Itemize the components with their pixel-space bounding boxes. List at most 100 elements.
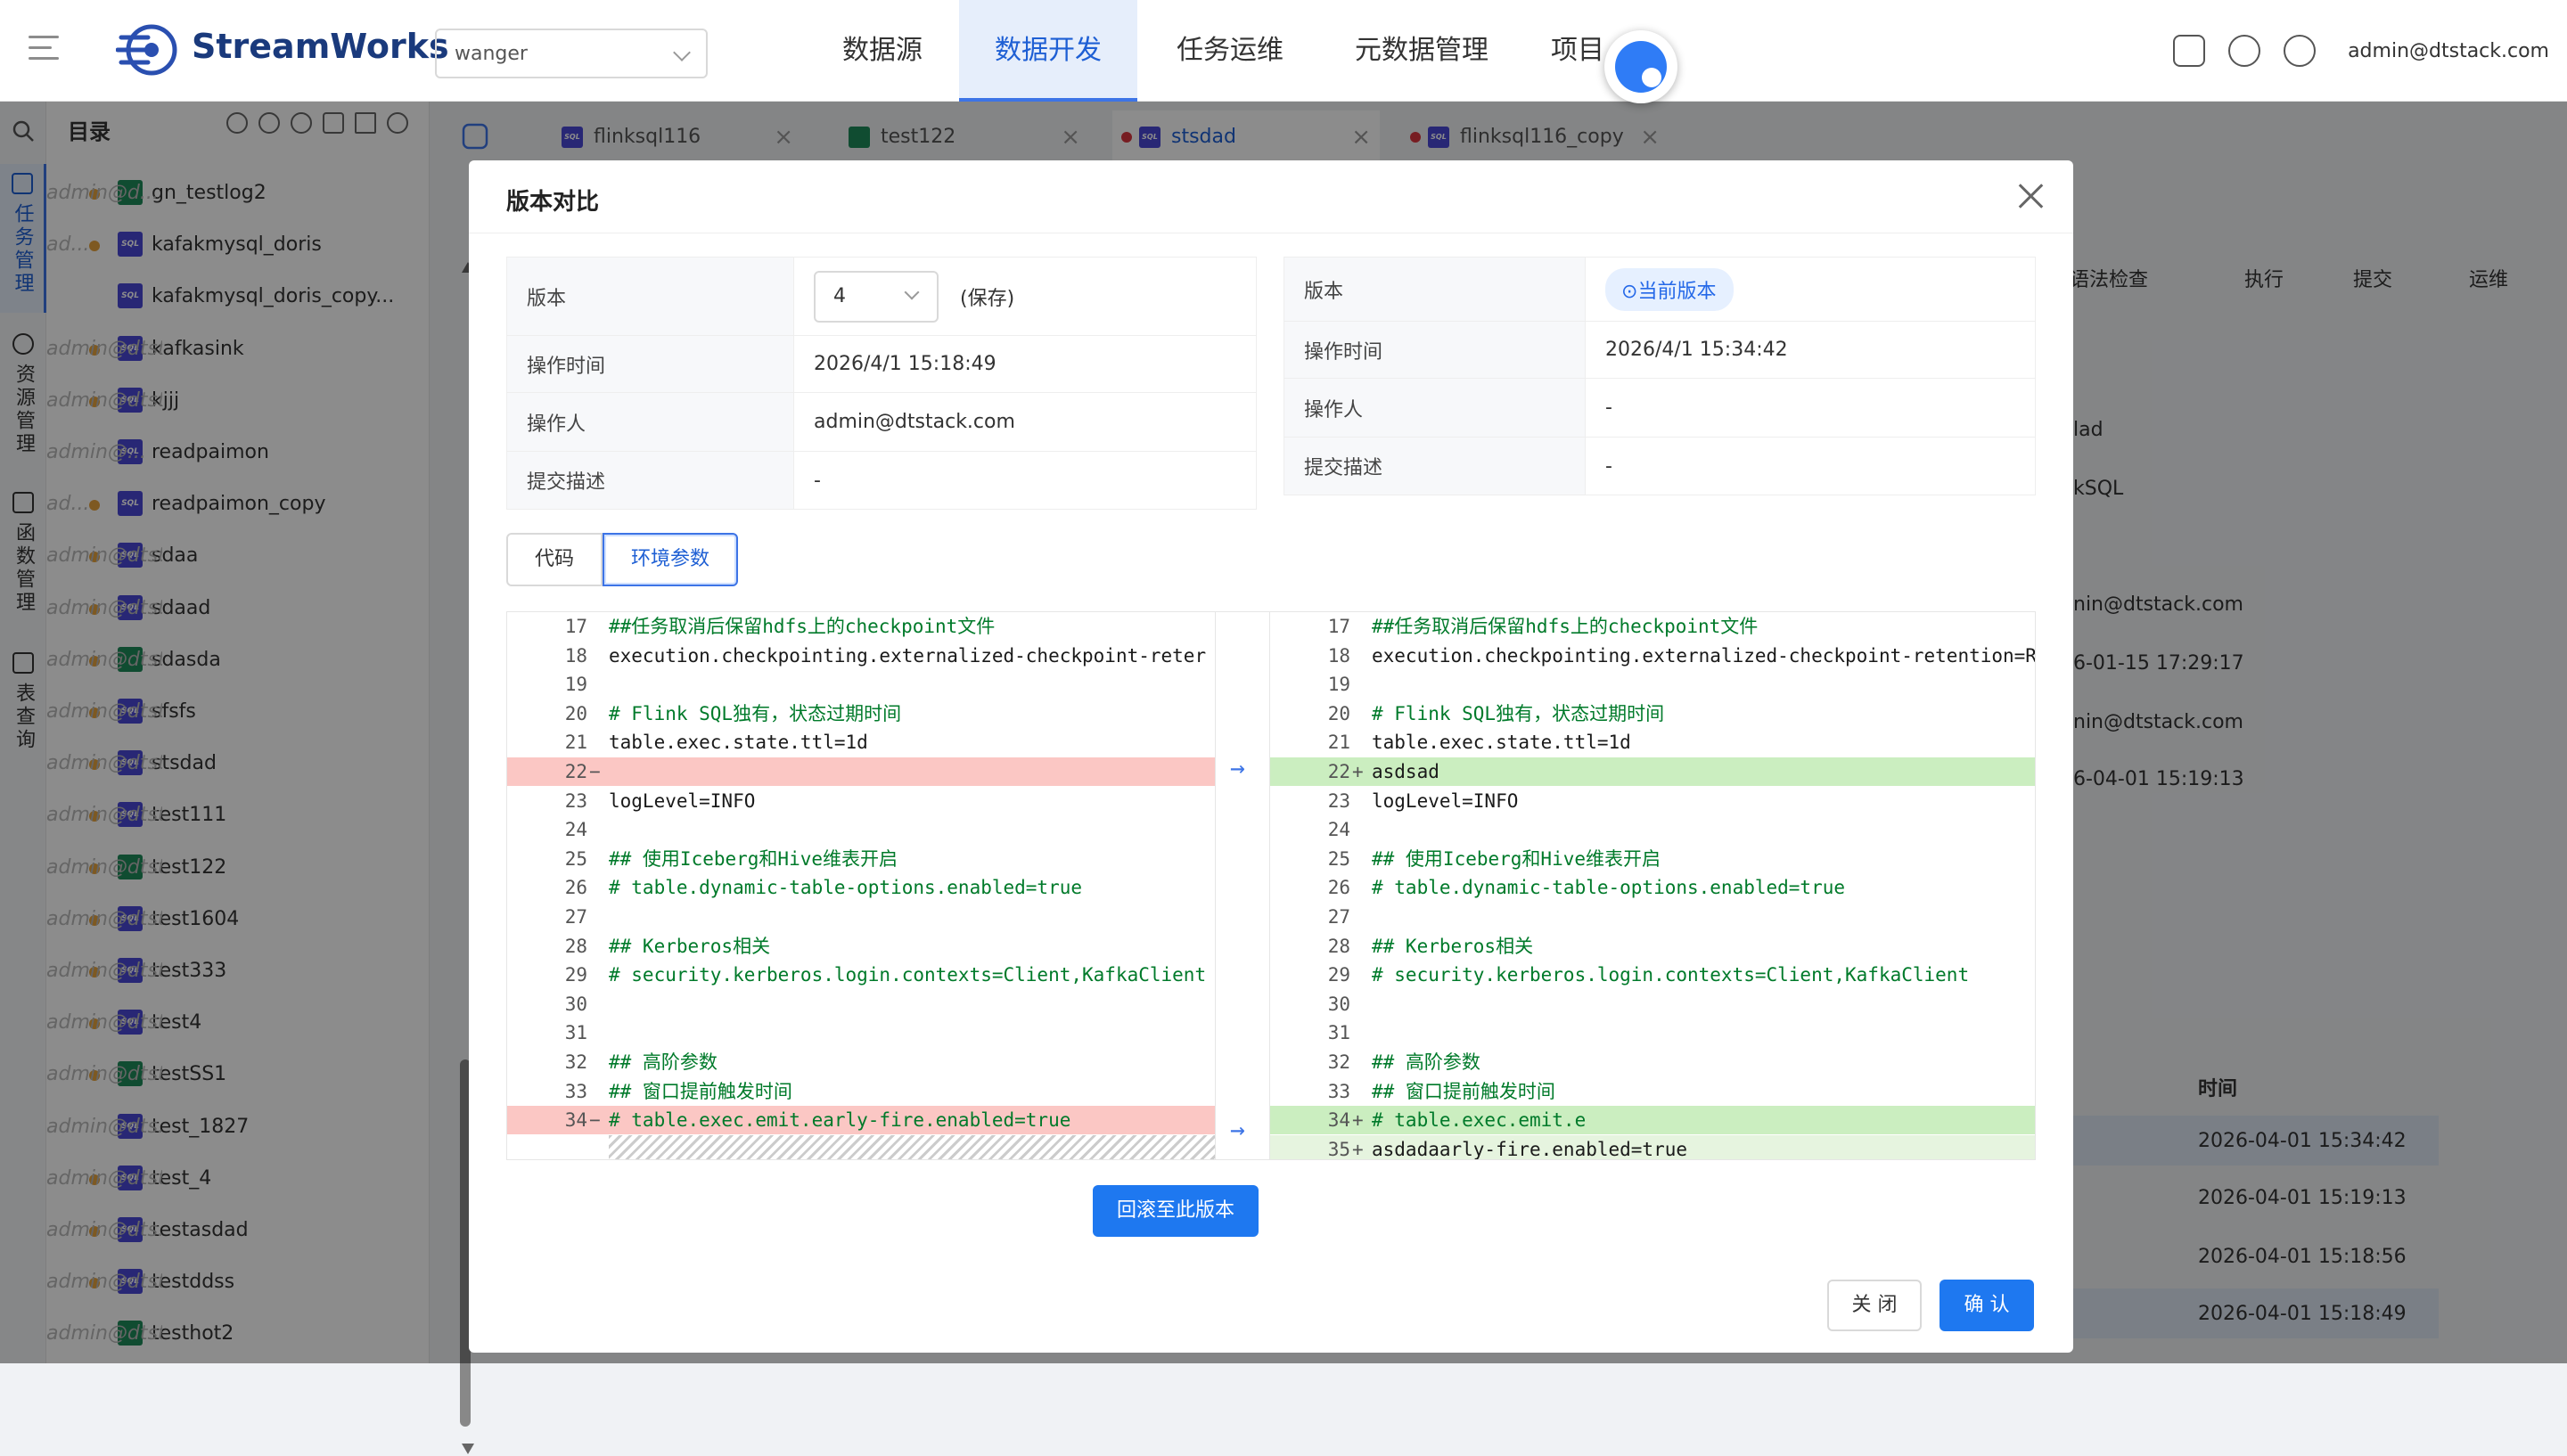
streamworks-logo [115, 21, 182, 78]
line-code: table.exec.state.ttl=1d [609, 732, 868, 754]
tab-env-params[interactable]: 环境参数 [603, 533, 739, 586]
current-version-badge: ⊙当前版本 [1605, 267, 1735, 311]
line-code: # table.dynamic-table-options.enabled=tr… [609, 877, 1083, 899]
diff-line: 28 ## Kerberos相关 [507, 932, 1215, 961]
line-code: logLevel=INFO [609, 789, 756, 812]
line-number: 26 [1327, 877, 1350, 899]
top-header: StreamWorks wanger 数据源 数据开发 任务运维 元数据管理 项… [0, 0, 2567, 102]
diff-left-pane[interactable]: 17 ##任务取消后保留hdfs上的checkpoint文件 18 execution… [507, 612, 1215, 1159]
diff-line: 25 ## 使用Iceberg和Hive维表开启 [1270, 845, 2035, 873]
info-label: 操作人 [1284, 379, 1586, 437]
diff-line: 33 ## 窗口提前触发时间 [1270, 1077, 2035, 1106]
line-number: 22 [1327, 761, 1350, 782]
line-code: # security.kerberos.login.contexts=Clien… [1372, 964, 1970, 986]
info-row-version: 版本 4 (保存) [507, 258, 1256, 336]
diff-line: 27 [1270, 903, 2035, 931]
assistant-icon [1615, 41, 1667, 93]
line-number: 29 [564, 964, 587, 986]
diff-line: 17 ##任务取消后保留hdfs上的checkpoint文件 [1270, 612, 2035, 641]
diff-right-pane[interactable]: 17 ##任务取消后保留hdfs上的checkpoint文件 18 execution… [1270, 612, 2035, 1160]
nav-datasource[interactable]: 数据源 [820, 0, 945, 102]
nav-task-ops[interactable]: 任务运维 [1159, 0, 1301, 102]
diff-line: 21 table.exec.state.ttl=1d [1270, 728, 2035, 757]
line-number: 20 [1327, 702, 1350, 724]
message-icon[interactable] [2284, 35, 2317, 67]
line-code: # security.kerberos.login.contexts=Clien… [609, 964, 1207, 986]
diff-marker: − [589, 1109, 601, 1132]
dialog-title: 版本对比 [506, 189, 600, 216]
help-icon[interactable] [2228, 35, 2261, 67]
version-select[interactable]: 4 [814, 270, 939, 323]
tenant-select[interactable]: wanger [435, 29, 708, 78]
line-number: 32 [1327, 1051, 1350, 1073]
line-number: 27 [564, 906, 587, 928]
diff-line: 25 ## 使用Iceberg和Hive维表开启 [507, 845, 1215, 873]
diff-line: 20 # Flink SQL独有，状态过期时间 [1270, 699, 2035, 728]
diff-line: 18 execution.checkpointing.externalized-c… [507, 642, 1215, 670]
line-number: 23 [1327, 789, 1350, 812]
arrow-right-icon[interactable]: → [1230, 1115, 1245, 1144]
assistant-float-button[interactable] [1604, 30, 1677, 103]
confirm-button[interactable]: 确 认 [1940, 1280, 2034, 1331]
info-value: 2026/4/1 15:34:42 [1605, 339, 1788, 361]
diff-line: 21 table.exec.state.ttl=1d [507, 728, 1215, 757]
diff-line: 22 + asdsad [1270, 757, 2035, 786]
rollback-button[interactable]: 回滚至此版本 [1093, 1185, 1259, 1237]
close-icon[interactable] [2014, 180, 2046, 212]
info-value: - [1605, 397, 1612, 419]
line-number: 33 [564, 1080, 587, 1102]
line-number: 35 [1327, 1138, 1350, 1160]
menu-icon[interactable] [29, 36, 59, 62]
current-version-label: 当前版本 [1637, 280, 1717, 303]
diff-line: 24 [507, 815, 1215, 844]
info-value: - [1605, 454, 1612, 478]
info-label: 提交描述 [1284, 438, 1586, 495]
line-code: ## 窗口提前触发时间 [1372, 1080, 1555, 1102]
diff-line: 23 logLevel=INFO [1270, 787, 2035, 815]
line-number: 30 [564, 993, 587, 1015]
info-label: 操作人 [507, 393, 794, 451]
diff-line: 24 [1270, 815, 2035, 844]
line-code: ##任务取消后保留hdfs上的checkpoint文件 [609, 616, 996, 637]
diff-line: 27 [507, 903, 1215, 931]
info-row-time: 操作时间 2026/4/1 15:34:42 [1284, 322, 2035, 379]
info-value: admin@dtstack.com [814, 411, 1015, 433]
info-value: 4 (保存) [794, 258, 1256, 335]
line-code: ## 使用Iceberg和Hive维表开启 [609, 847, 898, 870]
nav-metadata[interactable]: 元数据管理 [1328, 0, 1515, 102]
line-number: 31 [1327, 1022, 1350, 1044]
line-number: 27 [1327, 906, 1350, 928]
line-number: 31 [564, 1022, 587, 1044]
line-code: ## 高阶参数 [609, 1051, 718, 1073]
info-label: 版本 [507, 258, 794, 335]
diff-line: 29 # security.kerberos.login.contexts=Cli… [507, 961, 1215, 989]
info-row-desc: 提交描述 - [507, 452, 1256, 509]
line-number: 34 [1327, 1109, 1350, 1132]
diff-marker: + [1352, 1138, 1364, 1160]
line-code: # table.exec.emit.early-fire.enabled=tru… [609, 1109, 1071, 1132]
line-code: execution.checkpointing.externalized-che… [609, 644, 1207, 667]
close-button[interactable]: 关 闭 [1827, 1280, 1922, 1331]
info-label: 版本 [1284, 258, 1586, 321]
location-icon: ⊙ [1621, 280, 1638, 303]
info-row-operator: 操作人 admin@dtstack.com [507, 393, 1256, 452]
line-code: ## Kerberos相关 [1372, 935, 1534, 957]
arrow-right-icon[interactable]: → [1230, 753, 1245, 782]
diff-line: 31 [507, 1018, 1215, 1047]
line-code: asdadaarly-fire.enabled=true [1372, 1138, 1688, 1160]
line-number: 34 [564, 1109, 587, 1132]
diff-line: 19 [507, 670, 1215, 699]
tab-code[interactable]: 代码 [506, 533, 603, 586]
dialog-header: 版本对比 [469, 160, 2073, 233]
info-row-operator: 操作人 - [1284, 379, 2035, 438]
diff-line: 22− [507, 757, 1215, 786]
diff-line: 34− # table.exec.emit.early-fire.enabled=… [507, 1106, 1215, 1135]
chevron-down-icon [904, 284, 920, 299]
nav-data-dev[interactable]: 数据开发 [959, 0, 1137, 102]
diff-line: 23 logLevel=INFO [507, 787, 1215, 815]
user-account[interactable]: admin@dtstack.com [2348, 40, 2549, 62]
diff-line: 34 + # table.exec.emit.e [1270, 1106, 2035, 1135]
robot-icon[interactable] [2173, 35, 2206, 67]
nav-project[interactable]: 项目 [1551, 0, 1613, 102]
info-label: 提交描述 [507, 452, 794, 509]
